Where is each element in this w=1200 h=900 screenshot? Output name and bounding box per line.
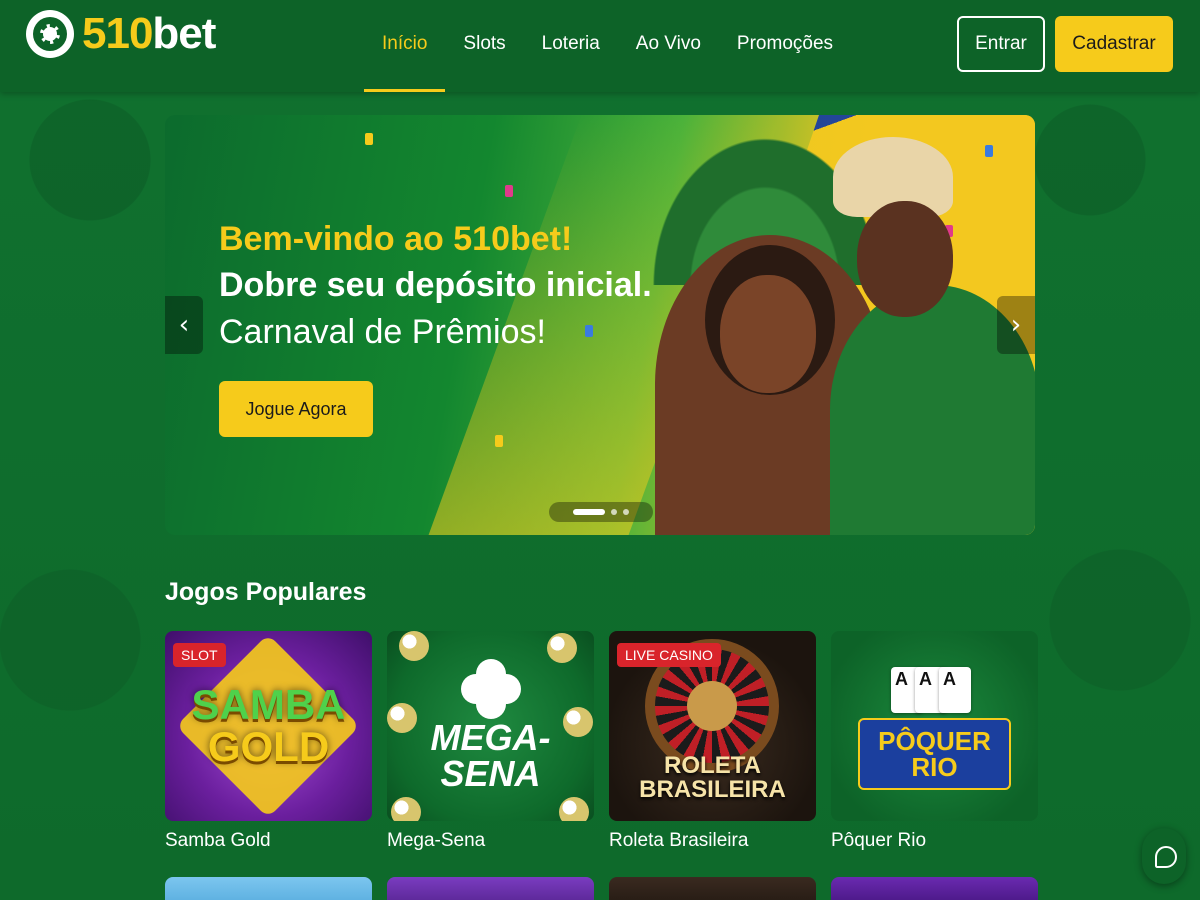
carousel-dot-2[interactable] bbox=[611, 509, 617, 515]
nav-item-ao-vivo[interactable]: Ao Vivo bbox=[618, 0, 719, 92]
slot-badge: SLOT bbox=[173, 643, 226, 667]
art-line-1: PÔQUER bbox=[878, 726, 991, 756]
play-now-button[interactable]: Jogue Agora bbox=[219, 381, 373, 437]
main-nav: Início Slots Loteria Ao Vivo Promoções bbox=[364, 0, 851, 92]
confetti bbox=[985, 145, 993, 157]
nav-item-promocoes[interactable]: Promoções bbox=[719, 0, 851, 92]
game-thumbnail[interactable]: MEGA-SENA bbox=[387, 631, 594, 821]
carousel-dot-1[interactable] bbox=[573, 509, 605, 515]
game-card-roleta-brasileira[interactable]: LIVE CASINO ROLETA BRASILEIRA Roleta Bra… bbox=[609, 631, 816, 853]
banner-text: Bem-vindo ao 510bet! Dobre seu depósito … bbox=[219, 217, 652, 355]
live-casino-badge: LIVE CASINO bbox=[617, 643, 721, 667]
game-label[interactable]: Roleta Brasileira bbox=[609, 829, 816, 853]
game-label[interactable]: Samba Gold bbox=[165, 829, 372, 853]
confetti bbox=[365, 133, 373, 145]
game-card-samba-gold[interactable]: SLOT SAMBA GOLD Samba Gold bbox=[165, 631, 372, 853]
game-thumbnail[interactable]: SLOT SAMBA GOLD bbox=[165, 631, 372, 821]
game-label[interactable]: Pôquer Rio bbox=[831, 829, 1038, 853]
lottery-ball-icon bbox=[547, 633, 577, 663]
game-thumbnail-partial[interactable] bbox=[387, 877, 594, 900]
man-face bbox=[857, 201, 953, 317]
more-games-row bbox=[165, 877, 1038, 900]
art-line-2: RIO bbox=[911, 752, 958, 782]
art-line-1: ROLETA bbox=[664, 752, 761, 779]
chat-bubble-icon[interactable] bbox=[1142, 828, 1186, 884]
nav-item-slots[interactable]: Slots bbox=[445, 0, 523, 92]
confetti bbox=[495, 435, 503, 447]
carousel-indicators bbox=[549, 502, 653, 522]
casino-chip-icon bbox=[26, 10, 74, 58]
art-line-1: SAMBA bbox=[191, 681, 346, 728]
carousel-dot-3[interactable] bbox=[623, 509, 629, 515]
popular-games-list: SLOT SAMBA GOLD Samba Gold MEGA-SENA Meg… bbox=[165, 631, 1038, 853]
logo[interactable]: 510bet bbox=[26, 9, 216, 58]
logo-word: bet bbox=[152, 9, 216, 58]
roleta-art-title: ROLETA BRASILEIRA bbox=[639, 754, 786, 802]
game-card-poquer-rio[interactable]: A A A PÔQUER RIO Pôquer Rio bbox=[831, 631, 1038, 853]
art-line-2: GOLD bbox=[207, 723, 330, 770]
lottery-ball-icon bbox=[399, 631, 429, 661]
game-label[interactable]: Mega-Sena bbox=[387, 829, 594, 853]
playing-cards-icon: A A A bbox=[891, 667, 971, 713]
banner-subheadline: Dobre seu depósito inicial. bbox=[219, 266, 652, 304]
lottery-ball-icon bbox=[391, 797, 421, 821]
art-line-2: BRASILEIRA bbox=[639, 776, 786, 803]
playing-card: A bbox=[939, 667, 971, 713]
logo-number: 510 bbox=[82, 9, 153, 58]
clover-icon bbox=[461, 659, 521, 719]
poquer-art-title: PÔQUER RIO bbox=[858, 718, 1011, 790]
dancer-face bbox=[720, 275, 816, 393]
game-thumbnail[interactable]: A A A PÔQUER RIO bbox=[831, 631, 1038, 821]
game-thumbnail[interactable]: LIVE CASINO ROLETA BRASILEIRA bbox=[609, 631, 816, 821]
game-thumbnail-partial[interactable] bbox=[831, 877, 1038, 900]
game-thumbnail-partial[interactable] bbox=[165, 877, 372, 900]
samba-gold-art-title: SAMBA GOLD bbox=[192, 684, 346, 768]
login-button[interactable]: Entrar bbox=[957, 16, 1045, 72]
register-button[interactable]: Cadastrar bbox=[1055, 16, 1173, 72]
game-thumbnail-partial[interactable] bbox=[609, 877, 816, 900]
popular-games-title: Jogos Populares bbox=[165, 578, 367, 606]
banner-tagline: Carnaval de Prêmios! bbox=[219, 313, 546, 351]
mega-sena-art-title: MEGA-SENA bbox=[430, 717, 551, 794]
logo-text: 510bet bbox=[82, 9, 216, 58]
lottery-ball-icon bbox=[559, 797, 589, 821]
confetti bbox=[505, 185, 513, 197]
banner-headline: Bem-vindo ao 510bet! bbox=[219, 220, 573, 258]
chevron-right-icon[interactable]: › bbox=[997, 296, 1035, 354]
top-header: 510bet Início Slots Loteria Ao Vivo Prom… bbox=[0, 0, 1200, 92]
chevron-left-icon[interactable]: ‹ bbox=[165, 296, 203, 354]
hero-banner[interactable]: Bem-vindo ao 510bet! Dobre seu depósito … bbox=[165, 115, 1035, 535]
nav-item-inicio[interactable]: Início bbox=[364, 0, 446, 92]
nav-item-loteria[interactable]: Loteria bbox=[524, 0, 618, 92]
game-card-mega-sena[interactable]: MEGA-SENA Mega-Sena bbox=[387, 631, 594, 853]
